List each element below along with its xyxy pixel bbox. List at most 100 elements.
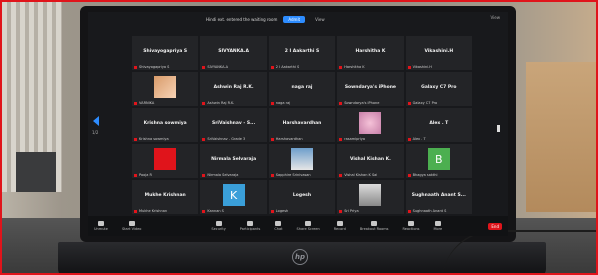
participant-label: SIVYANKA.A (202, 65, 228, 69)
participant-label: naga raj (271, 101, 290, 105)
share-screen-icon (305, 221, 312, 226)
participant-tile[interactable]: 2 I Aakarthi S 2 I Aakarthi S (268, 36, 336, 70)
previous-page-icon[interactable] (93, 116, 99, 126)
participant-label: 2 I Aakarthi S (271, 65, 299, 69)
participant-label: Nirmala Selvaraja (202, 173, 238, 177)
view-button[interactable]: View (491, 15, 501, 20)
participant-label: Pooja R (134, 173, 152, 177)
admit-button[interactable]: Admit (283, 15, 306, 23)
participant-tile[interactable]: SriVaishnav - S... SriVaishnav - Grade 3 (200, 108, 267, 142)
toolbar-breakout-rooms-button[interactable]: Breakout Rooms (359, 221, 389, 231)
participant-name: naga raj (291, 84, 313, 90)
participant-tile[interactable]: rasamipriya (337, 108, 404, 142)
photo-frame: hp Hindi ext. entered the waiting room A… (0, 0, 598, 275)
breakout-rooms-icon (371, 221, 378, 226)
participant-label: Logesh (271, 209, 288, 213)
record-icon (336, 221, 343, 226)
participant-tile[interactable]: Krishna sowmiya Krishna sowmiya (132, 108, 199, 142)
toolbar-label: Breakout Rooms (359, 227, 389, 231)
toolbar-reactions-button[interactable]: Reactions (402, 221, 420, 231)
more-icon (434, 221, 441, 226)
page-indicator: 1/2 (92, 130, 99, 135)
participant-name: Shivayogapriya S (143, 48, 188, 54)
participant-grid: Shivayogapriya S Shivayogapriya S SIVYANKA… (132, 36, 472, 214)
toolbar-label: Start Video (121, 227, 142, 231)
mouse-cursor-icon (497, 125, 500, 132)
wooden-shelf (526, 62, 596, 212)
participant-tile[interactable]: Sughnaath Anant S... Sughnaath Anant S (405, 180, 472, 214)
participant-label: VARNIKA (134, 101, 154, 105)
participant-tile[interactable]: naga raj naga raj (268, 72, 336, 106)
participant-label: Krishna sowmiya (134, 137, 169, 141)
participant-tile[interactable]: B Bhagya sakthi (405, 144, 472, 178)
toolbar-record-button[interactable]: Record (334, 221, 346, 231)
participant-label: Vikashini.H (408, 65, 432, 69)
participant-tile[interactable]: Pooja R (132, 144, 199, 178)
participant-tile[interactable]: K Kannan S (200, 180, 267, 214)
participant-tile[interactable]: Harshitha K Harshitha K (337, 36, 404, 70)
participant-label: Ashwin Raj R.K. (202, 101, 234, 105)
unmute-icon (97, 221, 104, 226)
end-button[interactable]: End (488, 223, 502, 230)
participant-label: Mukhe Krishnan (134, 209, 167, 213)
participant-name: 2 I Aakarthi S (284, 48, 320, 54)
participant-tile[interactable]: Galaxy C7 Pro Galaxy C7 Pro (405, 72, 472, 106)
participant-label: Shivayogapriya S (134, 65, 169, 69)
toolbar-chat-button[interactable]: Chat (274, 221, 283, 231)
participant-tile[interactable]: SIVYANKA.A SIVYANKA.A (200, 36, 267, 70)
toolbar-security-button[interactable]: Security (211, 221, 226, 231)
participant-label: Harshavardhan (271, 137, 303, 141)
dark-box (16, 152, 56, 192)
participant-label: Sapphire Srinivasan (271, 173, 311, 177)
participant-tile[interactable]: Vishal Kishan K. Vishal Kishan K Sai (337, 144, 404, 178)
reactions-icon (408, 221, 414, 226)
toolbar-label: Participants (239, 227, 261, 231)
chat-icon (275, 221, 282, 226)
participant-tile[interactable]: Mukhe Krishnan Mukhe Krishnan (132, 180, 199, 214)
participant-tile[interactable]: Sowndarya's iPhone Sowndarya's iPhone (337, 72, 404, 106)
participant-label: Alex . T (408, 137, 426, 141)
avatar: B (427, 148, 450, 170)
toolbar-start-video-button[interactable]: Start Video (122, 221, 141, 231)
participant-label: rasamipriya (339, 137, 365, 141)
participant-name: Harshitha K (355, 48, 386, 54)
toolbar-participants-button[interactable]: Participants (239, 221, 261, 231)
participant-tile[interactable]: Sri Priya (337, 180, 404, 214)
toolbar-share-screen-button[interactable]: Share Screen (297, 221, 320, 231)
avatar (359, 112, 382, 134)
participant-name: Vishal Kishan K. (349, 156, 391, 162)
participant-tile[interactable]: Sapphire Srinivasan (268, 144, 336, 178)
security-icon (215, 221, 222, 226)
participant-label: Sri Priya (339, 209, 358, 213)
toolbar-label: More (433, 227, 443, 231)
participant-name: Alex . T (429, 120, 449, 126)
participant-tile[interactable]: Ashwin Raj R.K. Ashwin Raj R.K. (200, 72, 267, 106)
participant-tile[interactable]: Nirmala Selvaraja Nirmala Selvaraja (200, 144, 267, 178)
participant-tile[interactable]: Logesh Logesh (268, 180, 336, 214)
toolbar-unmute-button[interactable]: Unmute (94, 221, 108, 231)
participant-tile[interactable]: VARNIKA (132, 72, 199, 106)
participant-name: Vikashini.H (424, 48, 454, 54)
participant-name: Krishna sowmiya (143, 120, 187, 126)
participant-tile[interactable]: Harshavardhan Harshavardhan (268, 108, 336, 142)
participant-tile[interactable]: Shivayogapriya S Shivayogapriya S (132, 36, 199, 70)
participant-name: Sughnaath Anant S... (411, 192, 466, 198)
toolbar-label: Share Screen (296, 227, 320, 231)
toolbar-more-button[interactable]: More (433, 221, 443, 231)
participant-name: Logesh (292, 192, 312, 198)
participant-label: Harshitha K (339, 65, 364, 69)
meeting-toolbar: Unmute Start Video Security Participants Cha… (88, 216, 508, 236)
view-banner-button[interactable]: View (311, 16, 329, 23)
toolbar-label: Chat (274, 227, 283, 231)
participant-name: Mukhe Krishnan (144, 192, 186, 198)
participant-tile[interactable]: Vikashini.H Vikashini.H (405, 36, 472, 70)
toolbar-label: Security (211, 227, 226, 231)
participant-name: Ashwin Raj R.K. (213, 84, 254, 90)
participant-tile[interactable]: Alex . T Alex . T (405, 108, 472, 142)
participant-label: Galaxy C7 Pro (408, 101, 438, 105)
banner-message: Hindi ext. entered the waiting room (206, 16, 278, 22)
participant-name: SIVYANKA.A (218, 48, 249, 54)
toolbar-label: Record (333, 227, 346, 231)
avatar (359, 184, 382, 206)
laptop-screen: Hindi ext. entered the waiting room Admi… (88, 12, 508, 236)
